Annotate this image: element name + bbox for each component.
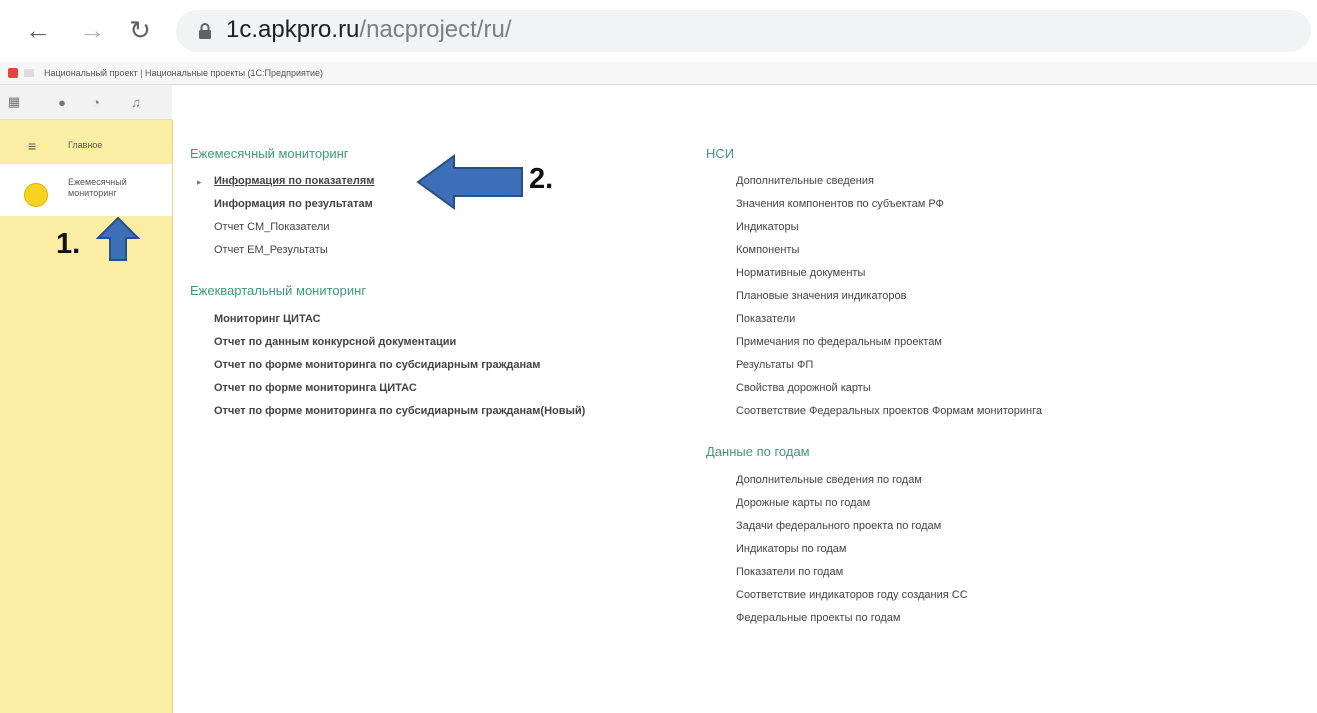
link-project-notes[interactable]: Примечания по федеральным проектам <box>736 336 942 348</box>
link-components[interactable]: Компоненты <box>736 244 799 256</box>
sections-toolbar: ▦ ● ◔ ♫ <box>0 85 172 120</box>
link-indicators[interactable]: Индикаторы <box>736 221 799 233</box>
sidebar: ≡ Главное Ежемесячный мониторинг <box>0 120 173 713</box>
current-item-marker: ▸ <box>197 177 202 187</box>
link-additional-info-by-year[interactable]: Дополнительные сведения по годам <box>736 474 922 486</box>
bell-icon[interactable]: ♫ <box>128 94 144 110</box>
link-federal-projects-by-year[interactable]: Федеральные проекты по годам <box>736 612 900 624</box>
grid-icon[interactable]: ▦ <box>6 94 22 110</box>
link-indicator-year-mapping[interactable]: Соответствие индикаторов году создания С… <box>736 589 968 601</box>
link-component-values[interactable]: Значения компонентов по субъектам РФ <box>736 198 944 210</box>
annotation-step-1: 1. <box>56 228 81 260</box>
section-title-monthly: Ежемесячный мониторинг <box>190 146 349 161</box>
link-roadmaps-by-year[interactable]: Дорожные карты по годам <box>736 497 870 509</box>
link-metrics-by-year[interactable]: Показатели по годам <box>736 566 843 578</box>
window-title: Национальный проект | Национальные проек… <box>44 68 324 78</box>
url-text[interactable]: 1c.apkpro.ru/nacproject/ru/ <box>226 16 511 44</box>
star-icon[interactable]: ● <box>54 94 70 110</box>
sidebar-item-label: Главное <box>68 140 103 150</box>
annotation-step-2: 2. <box>529 163 554 195</box>
link-report-tender-data[interactable]: Отчет по данным конкурсной документации <box>214 336 456 348</box>
sidebar-item-main[interactable]: ≡ Главное <box>0 120 172 168</box>
history-icon[interactable]: ◔ <box>88 94 104 110</box>
link-indicators-by-year[interactable]: Индикаторы по годам <box>736 543 846 555</box>
link-report-subsidiary-form-new[interactable]: Отчет по форме мониторинга по субсидиарн… <box>214 405 585 417</box>
link-metrics[interactable]: Показатели <box>736 313 795 325</box>
browser-toolbar: ← → ↻ 1c.apkpro.ru/nacproject/ru/ <box>0 0 1317 63</box>
section-title-nsi: НСИ <box>706 146 735 161</box>
link-citas-monitoring[interactable]: Мониторинг ЦИТАС <box>214 313 321 325</box>
url-path: /nacproject/ru/ <box>359 16 512 43</box>
address-bar[interactable]: 1c.apkpro.ru/nacproject/ru/ <box>176 10 1311 52</box>
link-normative-documents[interactable]: Нормативные документы <box>736 267 865 279</box>
lock-icon <box>199 23 211 39</box>
section-title-yearly: Данные по годам <box>706 444 810 459</box>
link-indicators-info[interactable]: Информация по показателям <box>214 175 374 187</box>
app-logo-icon <box>8 68 18 78</box>
app-title-strip: Национальный проект | Национальные проек… <box>0 62 1317 85</box>
menu-icon[interactable] <box>24 69 34 77</box>
coin-icon <box>24 183 48 207</box>
forward-arrow-icon[interactable]: → <box>76 14 108 46</box>
link-report-em-results[interactable]: Отчет ЕМ_Результаты <box>214 244 328 256</box>
url-host: 1c.apkpro.ru <box>226 16 360 43</box>
link-report-subsidiary-form[interactable]: Отчет по форме мониторинга по субсидиарн… <box>214 359 540 371</box>
annotation-arrow-up <box>96 216 140 261</box>
sidebar-item-label: Ежемесячный мониторинг <box>68 177 127 198</box>
link-project-tasks-by-year[interactable]: Задачи федерального проекта по годам <box>736 520 941 532</box>
back-arrow-icon[interactable]: ← <box>22 14 54 46</box>
link-fp-results[interactable]: Результаты ФП <box>736 359 813 371</box>
link-roadmap-properties[interactable]: Свойства дорожной карты <box>736 382 871 394</box>
link-planned-values[interactable]: Плановые значения индикаторов <box>736 290 906 302</box>
section-title-quarterly: Ежеквартальный мониторинг <box>190 283 367 298</box>
link-project-form-mapping[interactable]: Соответствие Федеральных проектов Формам… <box>736 405 1042 417</box>
link-results-info[interactable]: Информация по результатам <box>214 198 373 210</box>
link-report-citas-form[interactable]: Отчет по форме мониторинга ЦИТАС <box>214 382 417 394</box>
link-additional-info[interactable]: Дополнительные сведения <box>736 175 874 187</box>
annotation-arrow-left <box>416 154 523 210</box>
reload-icon[interactable]: ↻ <box>124 14 156 46</box>
link-report-sm-indicators[interactable]: Отчет СМ_Показатели <box>214 221 330 233</box>
hamburger-icon: ≡ <box>28 138 37 154</box>
